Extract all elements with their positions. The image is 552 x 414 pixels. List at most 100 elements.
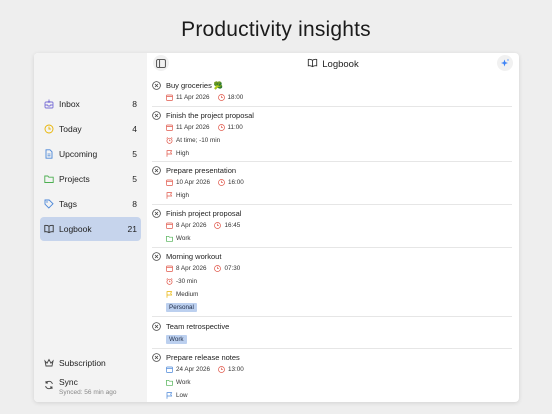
folder-icon — [166, 379, 173, 386]
completed-x-icon[interactable] — [152, 353, 161, 362]
task-title-text: Morning workout — [166, 252, 222, 261]
subscription-button[interactable]: Subscription — [40, 358, 141, 368]
sidebar-item-count: 4 — [132, 124, 137, 134]
task-row[interactable]: Buy groceries 🥦 11 Apr 2026 18:00 — [152, 80, 512, 107]
task-row[interactable]: Team retrospective Work — [152, 321, 512, 349]
task-date: 11 Apr 2026 — [176, 124, 210, 131]
task-title: Finish the project proposal — [152, 110, 254, 121]
task-title: Prepare release notes — [152, 352, 240, 363]
time-icon — [214, 265, 222, 272]
inbox-icon — [44, 99, 54, 109]
time-icon — [217, 124, 225, 131]
task-title-text: Finish project proposal — [166, 209, 242, 218]
ai-insights-button[interactable] — [497, 55, 513, 71]
task-date: 24 Apr 2026 — [176, 366, 210, 373]
task-time: 16:45 — [224, 222, 241, 229]
calendar-icon — [166, 94, 173, 101]
sidebar-item-count: 21 — [127, 224, 137, 234]
task-row[interactable]: Prepare presentation 10 Apr 2026 16:00 H… — [152, 165, 512, 205]
logbook-panel: Logbook Buy groceries 🥦 11 Apr 2026 18:0… — [147, 53, 519, 402]
calendar-icon — [166, 179, 173, 186]
calendar-icon — [166, 265, 173, 272]
task-time: 16:00 — [227, 179, 244, 186]
calendar-icon — [166, 366, 173, 373]
page-title-text: Logbook — [322, 59, 359, 70]
time-icon — [218, 366, 225, 373]
book-icon — [44, 224, 54, 234]
task-reminder: At time; -10 min — [166, 136, 228, 145]
completed-x-icon[interactable] — [152, 81, 161, 90]
flag-icon — [166, 392, 173, 399]
task-priority: Low — [166, 391, 196, 400]
task-priority: Medium — [166, 290, 206, 299]
task-title: Team retrospective — [152, 321, 229, 332]
task-meta: 10 Apr 2026 16:00 — [166, 178, 252, 187]
sidebar-item-tags[interactable]: Tags 8 — [40, 192, 141, 216]
task-row[interactable]: Finish the project proposal 11 Apr 2026 … — [152, 110, 512, 162]
alarm-icon — [166, 137, 173, 144]
task-meta: 8 Apr 2026 16:45 — [166, 221, 248, 230]
sync-status: Synced: 56 min ago — [59, 389, 117, 396]
flag-icon — [166, 192, 173, 199]
task-project-text: Work — [176, 379, 191, 386]
folder-icon — [166, 235, 173, 242]
task-title: Buy groceries 🥦 — [152, 80, 223, 91]
sidebar-item-label: Upcoming — [59, 149, 98, 159]
task-meta: 11 Apr 2026 18:00 — [166, 93, 251, 102]
task-time: 07:30 — [224, 265, 241, 272]
sidebar-item-label: Projects — [59, 174, 90, 184]
sync-button[interactable]: Sync Synced: 56 min ago — [40, 377, 141, 396]
task-title: Finish project proposal — [152, 208, 241, 219]
task-date: 8 Apr 2026 — [176, 222, 207, 229]
crown-icon — [44, 358, 54, 368]
task-meta: 24 Apr 2026 13:00 — [166, 365, 252, 374]
sparkle-icon — [500, 58, 510, 68]
sync-label: Sync — [59, 377, 78, 387]
completed-x-icon[interactable] — [152, 322, 161, 331]
task-title-text: Team retrospective — [166, 322, 230, 331]
sidebar-item-label: Logbook — [59, 224, 92, 234]
sidebar-item-upcoming[interactable]: Upcoming 5 — [40, 142, 141, 166]
task-project-text: Work — [176, 235, 191, 242]
task-row[interactable]: Morning workout 8 Apr 2026 07:30 -30 min… — [152, 251, 512, 317]
task-date: 10 Apr 2026 — [176, 179, 210, 186]
task-tag[interactable]: Work — [166, 335, 187, 344]
task-date: 11 Apr 2026 — [176, 94, 210, 101]
calendar-icon — [166, 222, 173, 229]
task-time: 11:00 — [227, 124, 243, 131]
sidebar-item-today[interactable]: Today 4 — [40, 117, 141, 141]
task-tag[interactable]: Personal — [166, 303, 197, 312]
flag-icon — [166, 150, 173, 157]
book-icon — [308, 58, 318, 68]
completed-x-icon[interactable] — [152, 166, 161, 175]
task-time: 13:00 — [227, 366, 244, 373]
task-title-text: Prepare presentation — [166, 166, 237, 175]
sidebar-item-logbook[interactable]: Logbook 21 — [40, 217, 141, 241]
task-row[interactable]: Finish project proposal 8 Apr 2026 16:45… — [152, 208, 512, 248]
task-project: Work — [166, 378, 199, 387]
app-window: Inbox 8 Today 4 Upcoming 5 Projects 5 Ta… — [34, 53, 519, 402]
toolbar: Logbook — [147, 53, 519, 75]
subscription-label: Subscription — [59, 358, 106, 368]
sidebar-item-label: Tags — [59, 199, 77, 209]
completed-x-icon[interactable] — [152, 209, 161, 218]
completed-x-icon[interactable] — [152, 252, 161, 261]
task-meta: 11 Apr 2026 11:00 — [166, 123, 251, 132]
sidebar-item-count: 5 — [132, 149, 137, 159]
flag-icon — [166, 291, 173, 298]
task-project: Work — [166, 234, 199, 243]
sidebar-item-count: 5 — [132, 174, 137, 184]
time-icon — [214, 222, 222, 229]
alarm-icon — [166, 278, 173, 285]
sidebar-item-label: Inbox — [59, 99, 80, 109]
calendar-icon — [166, 124, 173, 131]
task-title: Prepare presentation — [152, 165, 236, 176]
completed-x-icon[interactable] — [152, 111, 161, 120]
sidebar-item-projects[interactable]: Projects 5 — [40, 167, 141, 191]
task-row[interactable]: Prepare release notes 24 Apr 2026 13:00 … — [152, 352, 512, 402]
task-title: Morning workout — [152, 251, 221, 262]
task-priority: High — [166, 149, 197, 158]
sidebar-item-inbox[interactable]: Inbox 8 — [40, 92, 141, 116]
page-headline: Productivity insights — [181, 18, 371, 41]
task-priority-text: High — [176, 192, 189, 199]
